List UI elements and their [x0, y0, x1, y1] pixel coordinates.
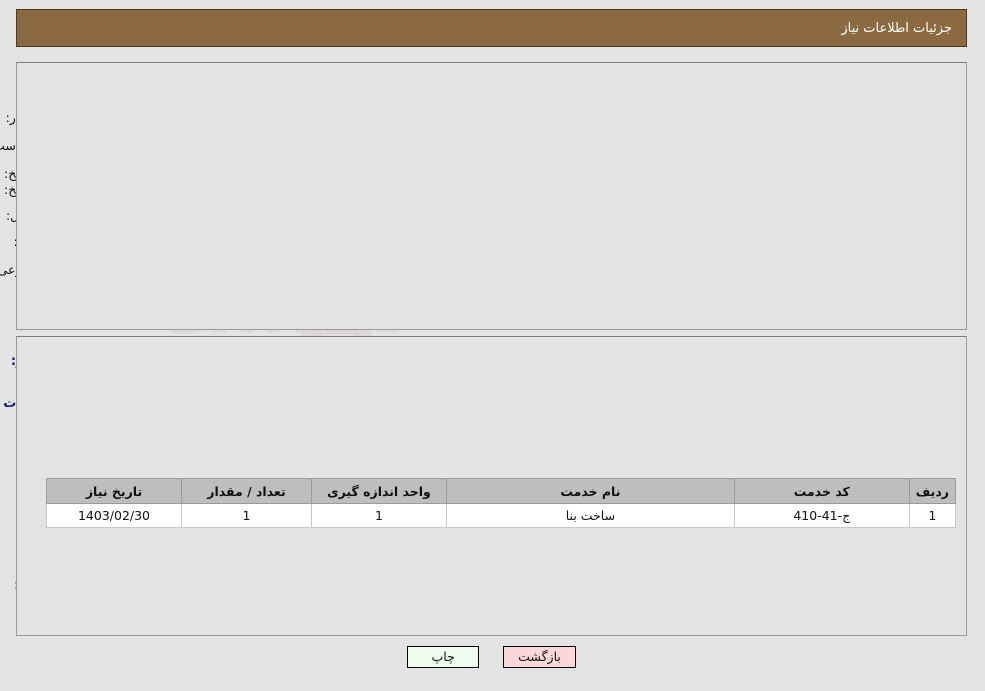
- table-row[interactable]: 1 ج-41-410 ساخت بنا 1 1 1403/02/30: [47, 503, 958, 528]
- cell-need-date: 1403/02/30: [47, 503, 183, 528]
- services-table: ردیف کد خدمت نام خدمت واحد اندازه گیری ت…: [47, 478, 958, 528]
- page-title: جزئیات اطلاعات نیاز: [842, 20, 953, 36]
- cell-quantity: 1: [182, 503, 313, 528]
- table-header-row: ردیف کد خدمت نام خدمت واحد اندازه گیری ت…: [47, 478, 958, 504]
- back-button[interactable]: بازگشت: [504, 646, 577, 668]
- col-quantity: تعداد / مقدار: [182, 478, 313, 504]
- col-service-code: کد خدمت: [734, 478, 911, 504]
- col-need-date: تاریخ نیاز: [47, 478, 183, 504]
- page-root: riaTender.net جزئیات اطلاعات نیاز شماره …: [0, 0, 985, 691]
- button-bar: بازگشت چاپ: [0, 646, 985, 668]
- need-info-panel: [17, 62, 968, 330]
- print-button[interactable]: چاپ: [408, 646, 481, 668]
- cell-row-no: 1: [909, 503, 958, 528]
- col-unit: واحد اندازه گیری: [312, 478, 448, 504]
- cell-service-code: ج-41-410: [734, 503, 911, 528]
- cell-service-name: ساخت بنا: [447, 503, 736, 528]
- cell-unit: 1: [312, 503, 448, 528]
- page-header-bar: جزئیات اطلاعات نیاز: [17, 9, 968, 47]
- col-row-no: ردیف: [909, 478, 958, 504]
- col-service-name: نام خدمت: [447, 478, 736, 504]
